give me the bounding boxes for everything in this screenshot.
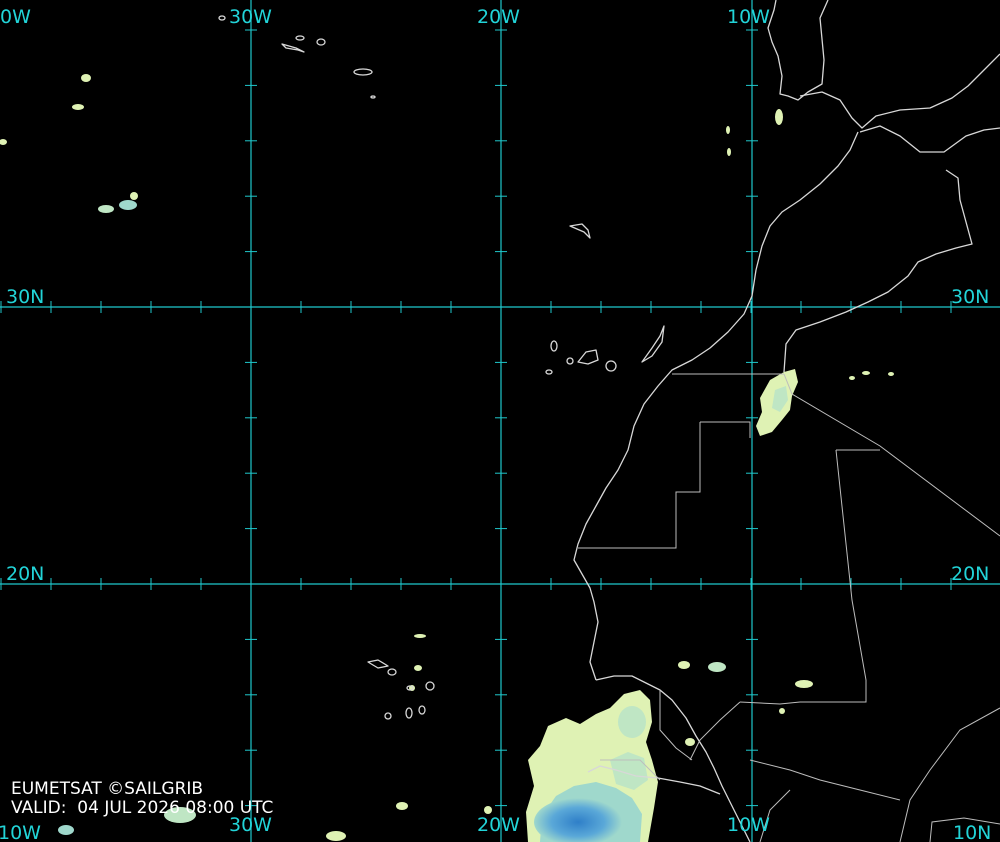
valid-time: 04 JUL 2026 08:00 UTC <box>77 798 274 818</box>
lat-label-left-20n: 20N <box>6 563 45 585</box>
cloud-cover <box>0 74 894 842</box>
lat-label-bottom-right: 10N <box>953 822 992 842</box>
lon-label-top-2: 20W <box>477 6 520 28</box>
valid-prefix: VALID: <box>11 798 67 818</box>
map-canvas <box>0 0 1000 842</box>
lat-label-left-30n: 30N <box>6 286 45 308</box>
source-credit: EUMETSAT ©SAILGRIB <box>11 779 204 799</box>
lon-label-bottom-1: 30W <box>229 814 272 836</box>
valid-time-line: VALID: 04 JUL 2026 08:00 UTC <box>11 799 273 818</box>
lon-label-top-3: 10W <box>727 6 770 28</box>
lon-label-bottom-0: 10W <box>0 822 41 842</box>
lon-label-bottom-2: 20W <box>477 814 520 836</box>
lat-label-right-20n: 20N <box>951 563 990 585</box>
lon-label-top-1: 30W <box>229 6 272 28</box>
lat-label-right-30n: 30N <box>951 286 990 308</box>
grid-ticks <box>0 29 952 807</box>
islands <box>218 15 665 720</box>
satellite-map: 0W 30W 20W 10W 10W 30W 20W 10W 10N 30N 2… <box>0 0 1000 842</box>
lon-label-bottom-3: 10W <box>727 814 770 836</box>
lat-lon-grid <box>0 0 1000 842</box>
lon-label-top-0: 0W <box>0 6 31 28</box>
